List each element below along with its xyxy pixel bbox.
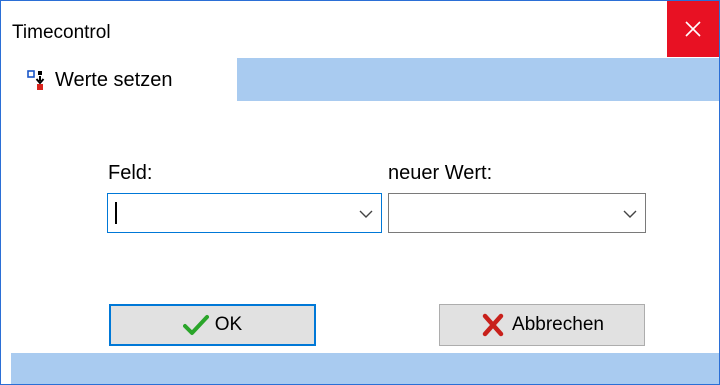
title-bar: Timecontrol	[1, 1, 719, 57]
window-title: Timecontrol	[12, 22, 111, 43]
tab-content: Feld: neuer Wert: OK Abbrechen	[11, 101, 719, 353]
close-button[interactable]	[667, 1, 719, 57]
chevron-down-icon[interactable]	[623, 207, 637, 221]
close-icon	[685, 21, 701, 37]
cancel-button-label: Abbrechen	[512, 314, 604, 335]
tab-werte-setzen[interactable]: Werte setzen	[11, 58, 237, 102]
new-value-combobox[interactable]	[388, 193, 646, 233]
text-cursor	[115, 202, 117, 224]
field-label: Feld:	[108, 162, 153, 184]
field-combobox[interactable]	[107, 193, 382, 233]
dialog-window: Timecontrol Werte setzen Feld: neuer Wer…	[0, 0, 720, 385]
chevron-down-icon[interactable]	[359, 207, 373, 221]
ok-button[interactable]: OK	[109, 304, 316, 346]
new-value-label: neuer Wert:	[388, 162, 493, 184]
tab-strip: Werte setzen	[11, 58, 719, 102]
checkmark-icon	[182, 315, 209, 335]
status-bar	[11, 353, 719, 384]
tab-label: Werte setzen	[55, 68, 173, 91]
cross-icon	[482, 313, 504, 337]
ok-button-label: OK	[214, 314, 243, 335]
set-values-icon	[27, 70, 45, 90]
cancel-button[interactable]: Abbrechen	[439, 304, 645, 346]
